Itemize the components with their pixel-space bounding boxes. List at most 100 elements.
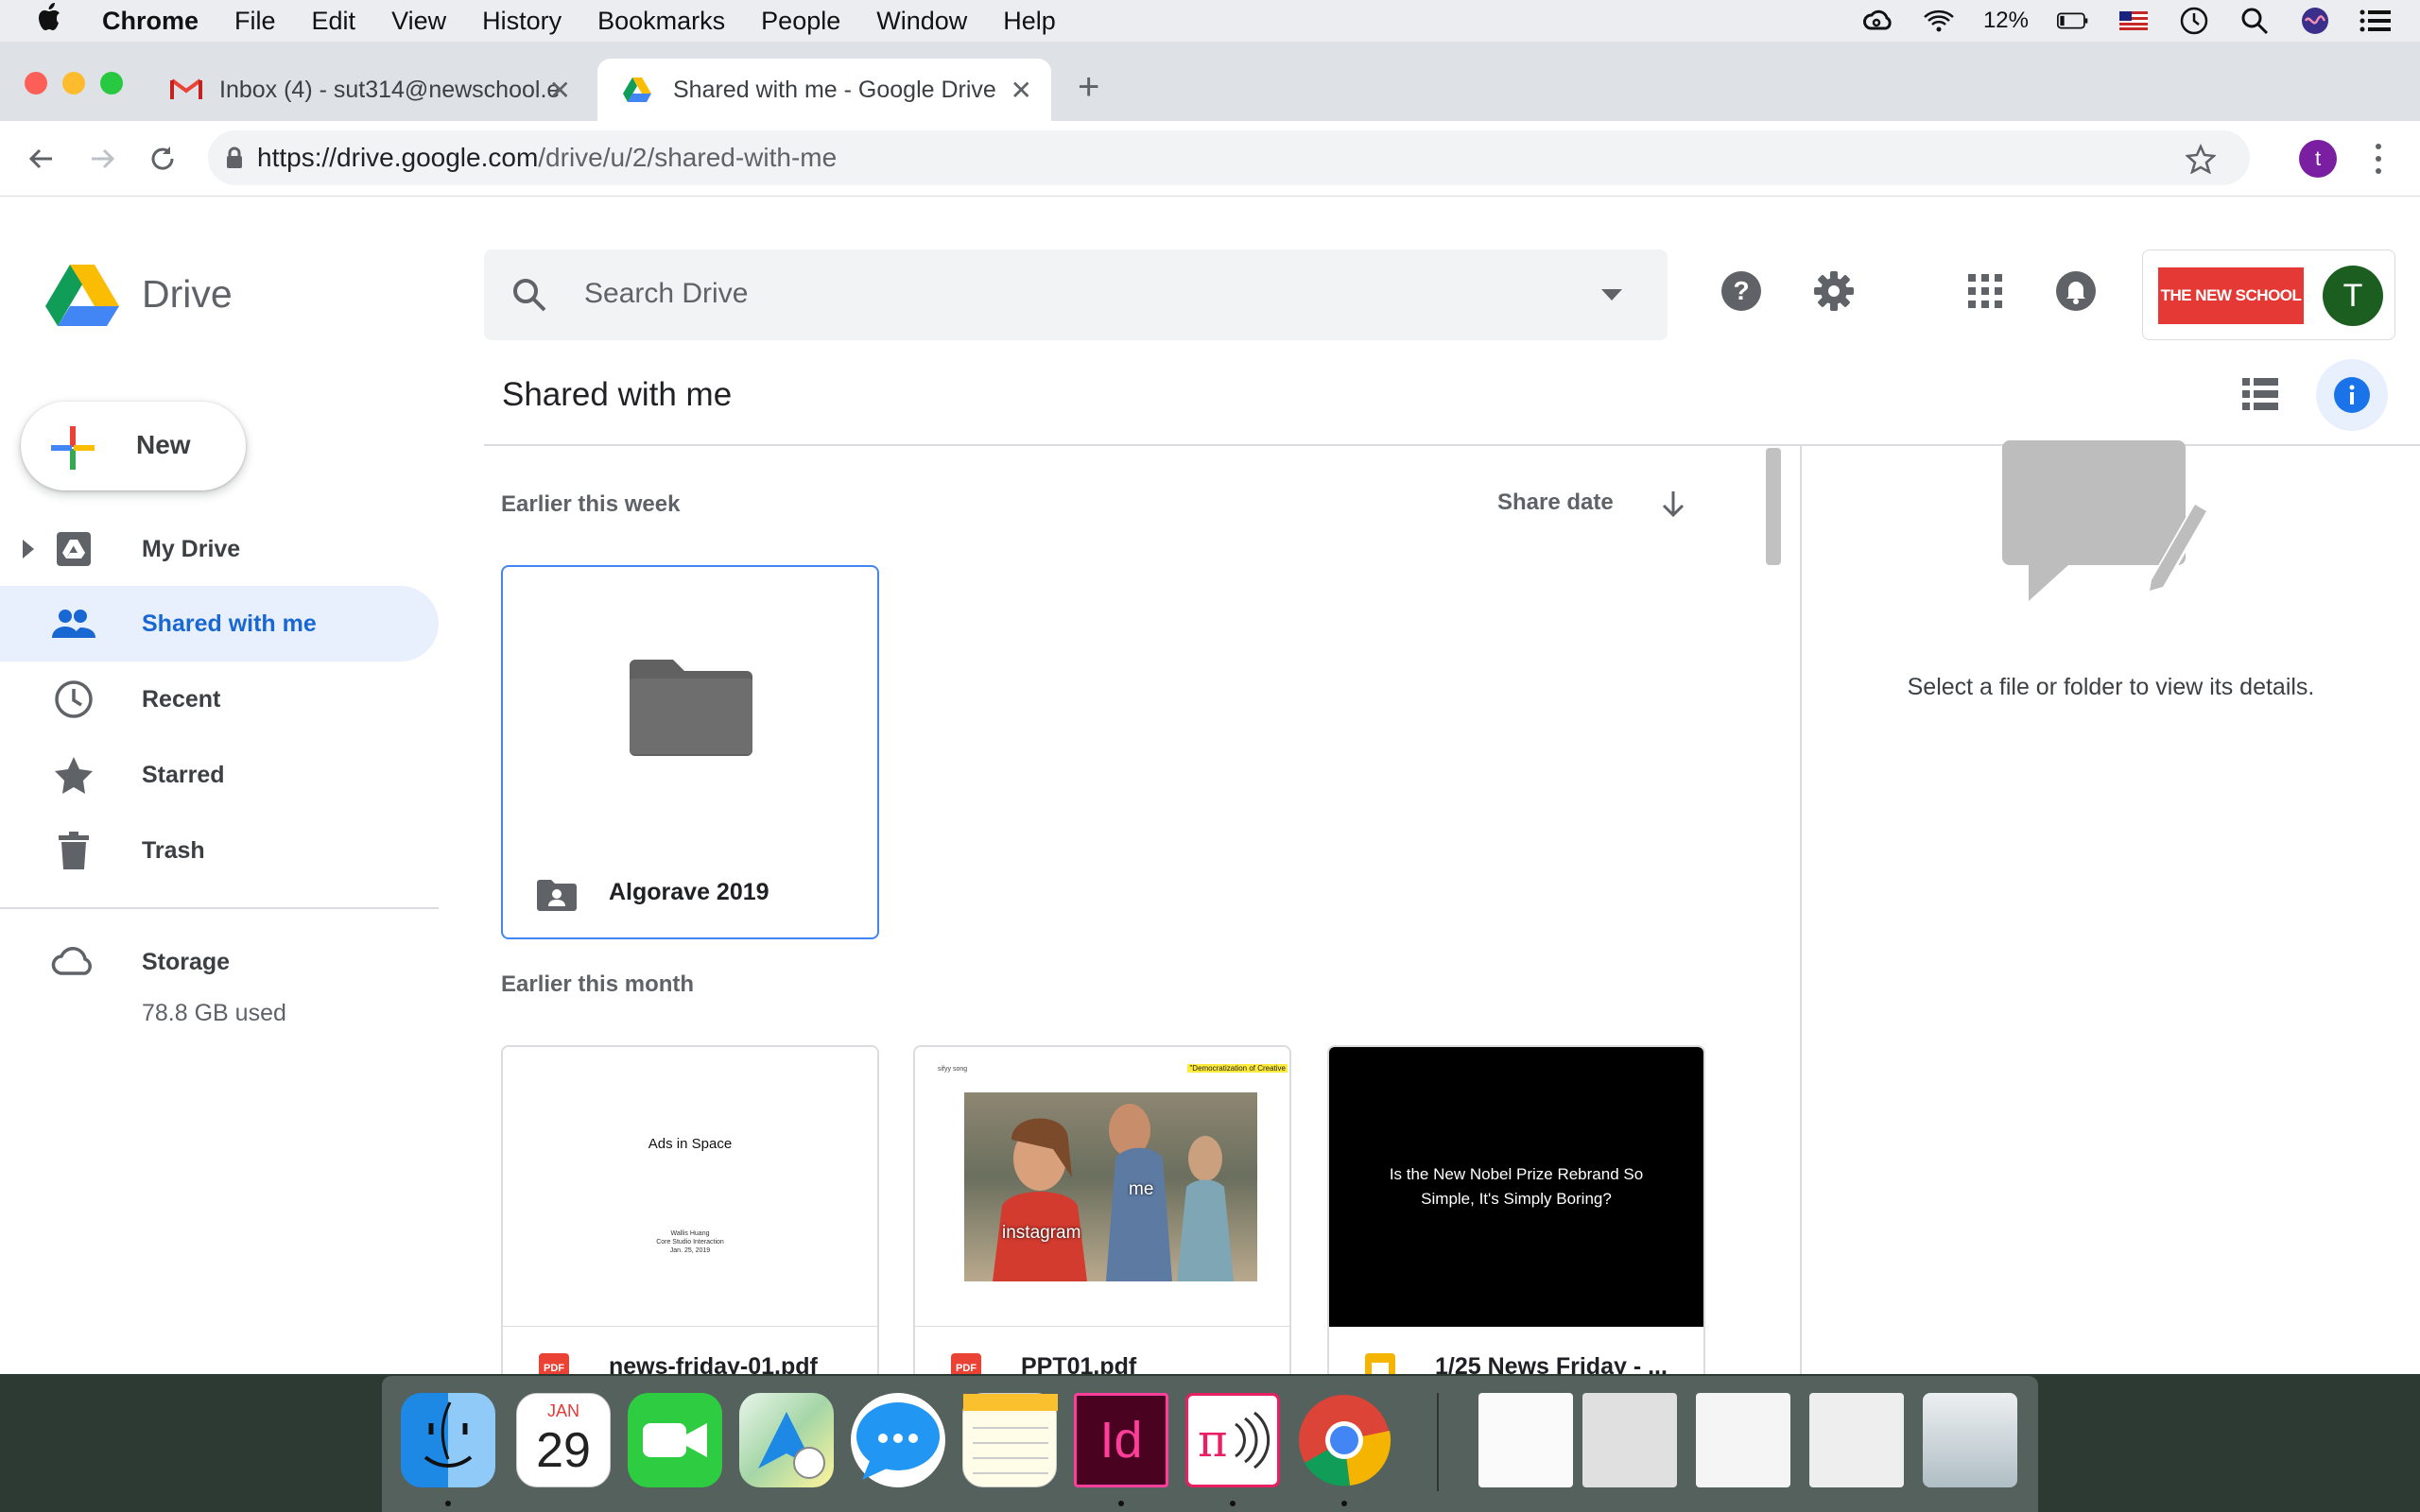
messages-icon[interactable] xyxy=(851,1393,945,1487)
search-icon[interactable] xyxy=(510,276,548,314)
meme-image: me instagram xyxy=(964,1092,1257,1281)
chrome-icon[interactable] xyxy=(1297,1393,1392,1487)
new-tab-button[interactable]: + xyxy=(1078,68,1099,106)
facetime-icon[interactable] xyxy=(628,1393,722,1487)
indesign-icon[interactable]: Id xyxy=(1074,1393,1168,1487)
storage-label[interactable]: Storage xyxy=(142,949,230,976)
zoom-window-button[interactable] xyxy=(100,72,123,94)
organization-logo: THE NEW SCHOOL xyxy=(2158,267,2304,324)
calendar-icon[interactable]: JAN 29 xyxy=(516,1393,611,1487)
sidebar-item-trash[interactable]: Trash xyxy=(0,813,439,888)
menu-file[interactable]: File xyxy=(234,7,276,36)
menu-view[interactable]: View xyxy=(391,7,446,36)
running-indicator xyxy=(445,1501,451,1506)
plus-icon xyxy=(49,424,96,472)
account-avatar[interactable]: T xyxy=(2323,266,2383,326)
clock-icon xyxy=(51,677,96,722)
folder-card-algorave[interactable]: Algorave 2019 xyxy=(501,565,879,939)
drive-app: Drive Search Drive ? THE NEW SCHOOL T Ne… xyxy=(0,197,2420,1374)
shared-folder-icon xyxy=(537,879,577,911)
chrome-menu-icon[interactable] xyxy=(2369,140,2388,178)
sidebar-item-starred[interactable]: Starred xyxy=(0,737,439,813)
notification-center-icon[interactable] xyxy=(2360,9,2392,33)
close-tab-icon[interactable]: ✕ xyxy=(1011,75,1032,106)
page-title[interactable]: Shared with me xyxy=(502,376,732,414)
menu-people[interactable]: People xyxy=(761,7,840,36)
battery-icon[interactable] xyxy=(2057,9,2089,33)
calendar-day: 29 xyxy=(536,1423,591,1478)
file-name: PPT01.pdf xyxy=(1021,1353,1137,1374)
close-tab-icon[interactable]: ✕ xyxy=(549,75,571,106)
file-card-news-friday-pdf[interactable]: Ads in Space Wallis Huang Core Studio In… xyxy=(501,1045,879,1374)
notes-icon[interactable] xyxy=(962,1393,1058,1487)
bookmark-star-icon[interactable] xyxy=(2186,144,2216,174)
lock-icon xyxy=(225,146,244,169)
new-button[interactable]: New xyxy=(21,402,246,490)
people-icon xyxy=(51,601,96,646)
settings-gear-icon[interactable] xyxy=(1811,268,1857,314)
creative-cloud-icon[interactable] xyxy=(1862,9,1894,33)
drive-product-name[interactable]: Drive xyxy=(142,272,233,317)
tab-google-drive[interactable]: Shared with me - Google Drive ✕ xyxy=(597,59,1051,121)
new-button-label: New xyxy=(136,430,191,459)
file-card-news-friday-slides[interactable]: Is the New Nobel Prize Rebrand So Simple… xyxy=(1327,1045,1705,1374)
finder-icon[interactable] xyxy=(401,1393,495,1487)
spotlight-icon[interactable] xyxy=(2238,8,2271,35)
drive-logo-icon[interactable] xyxy=(45,263,119,332)
downloads-stack-icon[interactable] xyxy=(1809,1393,1904,1487)
account-switcher[interactable]: THE NEW SCHOOL T xyxy=(2142,249,2395,340)
details-placeholder-icon xyxy=(2002,440,2210,601)
apps-grid-icon[interactable] xyxy=(1962,268,2008,314)
search-options-icon[interactable] xyxy=(1601,289,1622,301)
list-view-icon[interactable] xyxy=(2242,378,2278,410)
file-card-ppt01-pdf[interactable]: sifyy song "Democratization of Creative … xyxy=(913,1045,1291,1374)
search-box[interactable]: Search Drive xyxy=(484,249,1668,340)
svg-text:?: ? xyxy=(1733,276,1749,305)
chrome-profile-avatar[interactable]: t xyxy=(2299,140,2337,178)
processing-icon[interactable]: π xyxy=(1185,1393,1280,1487)
time-machine-icon[interactable] xyxy=(2178,7,2210,35)
trash-can-icon[interactable] xyxy=(1923,1393,2017,1487)
siri-icon[interactable] xyxy=(2299,8,2331,34)
wifi-icon[interactable] xyxy=(1923,9,1955,33)
content-scrollbar[interactable] xyxy=(1766,448,1781,565)
preview-title: Ads in Space xyxy=(648,1136,733,1152)
url-path: /drive/u/2/shared-with-me xyxy=(538,143,838,172)
us-flag-icon[interactable] xyxy=(2118,9,2150,33)
maps-icon[interactable] xyxy=(739,1393,834,1487)
help-icon[interactable]: ? xyxy=(1719,268,1764,314)
expand-arrow-icon[interactable] xyxy=(23,540,34,558)
sort-by-share-date[interactable]: Share date xyxy=(1497,490,1614,516)
tab-title-gmail: Inbox (4) - sut314@newschool.edu xyxy=(219,76,560,103)
forward-button[interactable] xyxy=(81,138,123,180)
apple-menu-icon[interactable] xyxy=(38,2,76,40)
menu-edit[interactable]: Edit xyxy=(312,7,356,36)
sidebar-item-shared-with-me[interactable]: Shared with me xyxy=(0,586,439,662)
sidebar-item-recent[interactable]: Recent xyxy=(0,662,439,737)
document-stack-icon[interactable] xyxy=(1478,1393,1573,1487)
recent-file-thumbnail-icon[interactable] xyxy=(1582,1393,1677,1487)
notifications-bell-icon[interactable] xyxy=(2053,268,2099,314)
menu-history[interactable]: History xyxy=(482,7,562,36)
search-input[interactable]: Search Drive xyxy=(584,278,748,310)
close-window-button[interactable] xyxy=(25,72,47,94)
sidebar-label-my-drive: My Drive xyxy=(142,535,241,562)
recent-file-thumbnail-icon[interactable] xyxy=(1696,1393,1790,1487)
menu-window[interactable]: Window xyxy=(876,7,967,36)
sidebar-item-my-drive[interactable]: My Drive xyxy=(0,511,439,587)
details-panel-divider xyxy=(1800,446,1802,1374)
menu-bookmarks[interactable]: Bookmarks xyxy=(597,7,725,36)
dock-separator xyxy=(1437,1393,1439,1491)
back-button[interactable] xyxy=(21,138,62,180)
sort-direction-arrow-icon[interactable] xyxy=(1660,490,1686,518)
details-info-icon[interactable] xyxy=(2316,359,2388,431)
sidebar-divider xyxy=(0,907,439,909)
menu-app-name[interactable]: Chrome xyxy=(102,7,199,36)
reload-button[interactable] xyxy=(142,138,183,180)
tab-gmail[interactable]: Inbox (4) - sut314@newschool.edu ✕ xyxy=(146,59,590,121)
address-bar[interactable]: https://drive.google.com/drive/u/2/share… xyxy=(208,130,2250,185)
menu-bar: Chrome File Edit View History Bookmarks … xyxy=(0,0,2420,42)
storage-used-text: 78.8 GB used xyxy=(142,1000,286,1026)
menu-help[interactable]: Help xyxy=(1003,7,1056,36)
minimize-window-button[interactable] xyxy=(62,72,85,94)
